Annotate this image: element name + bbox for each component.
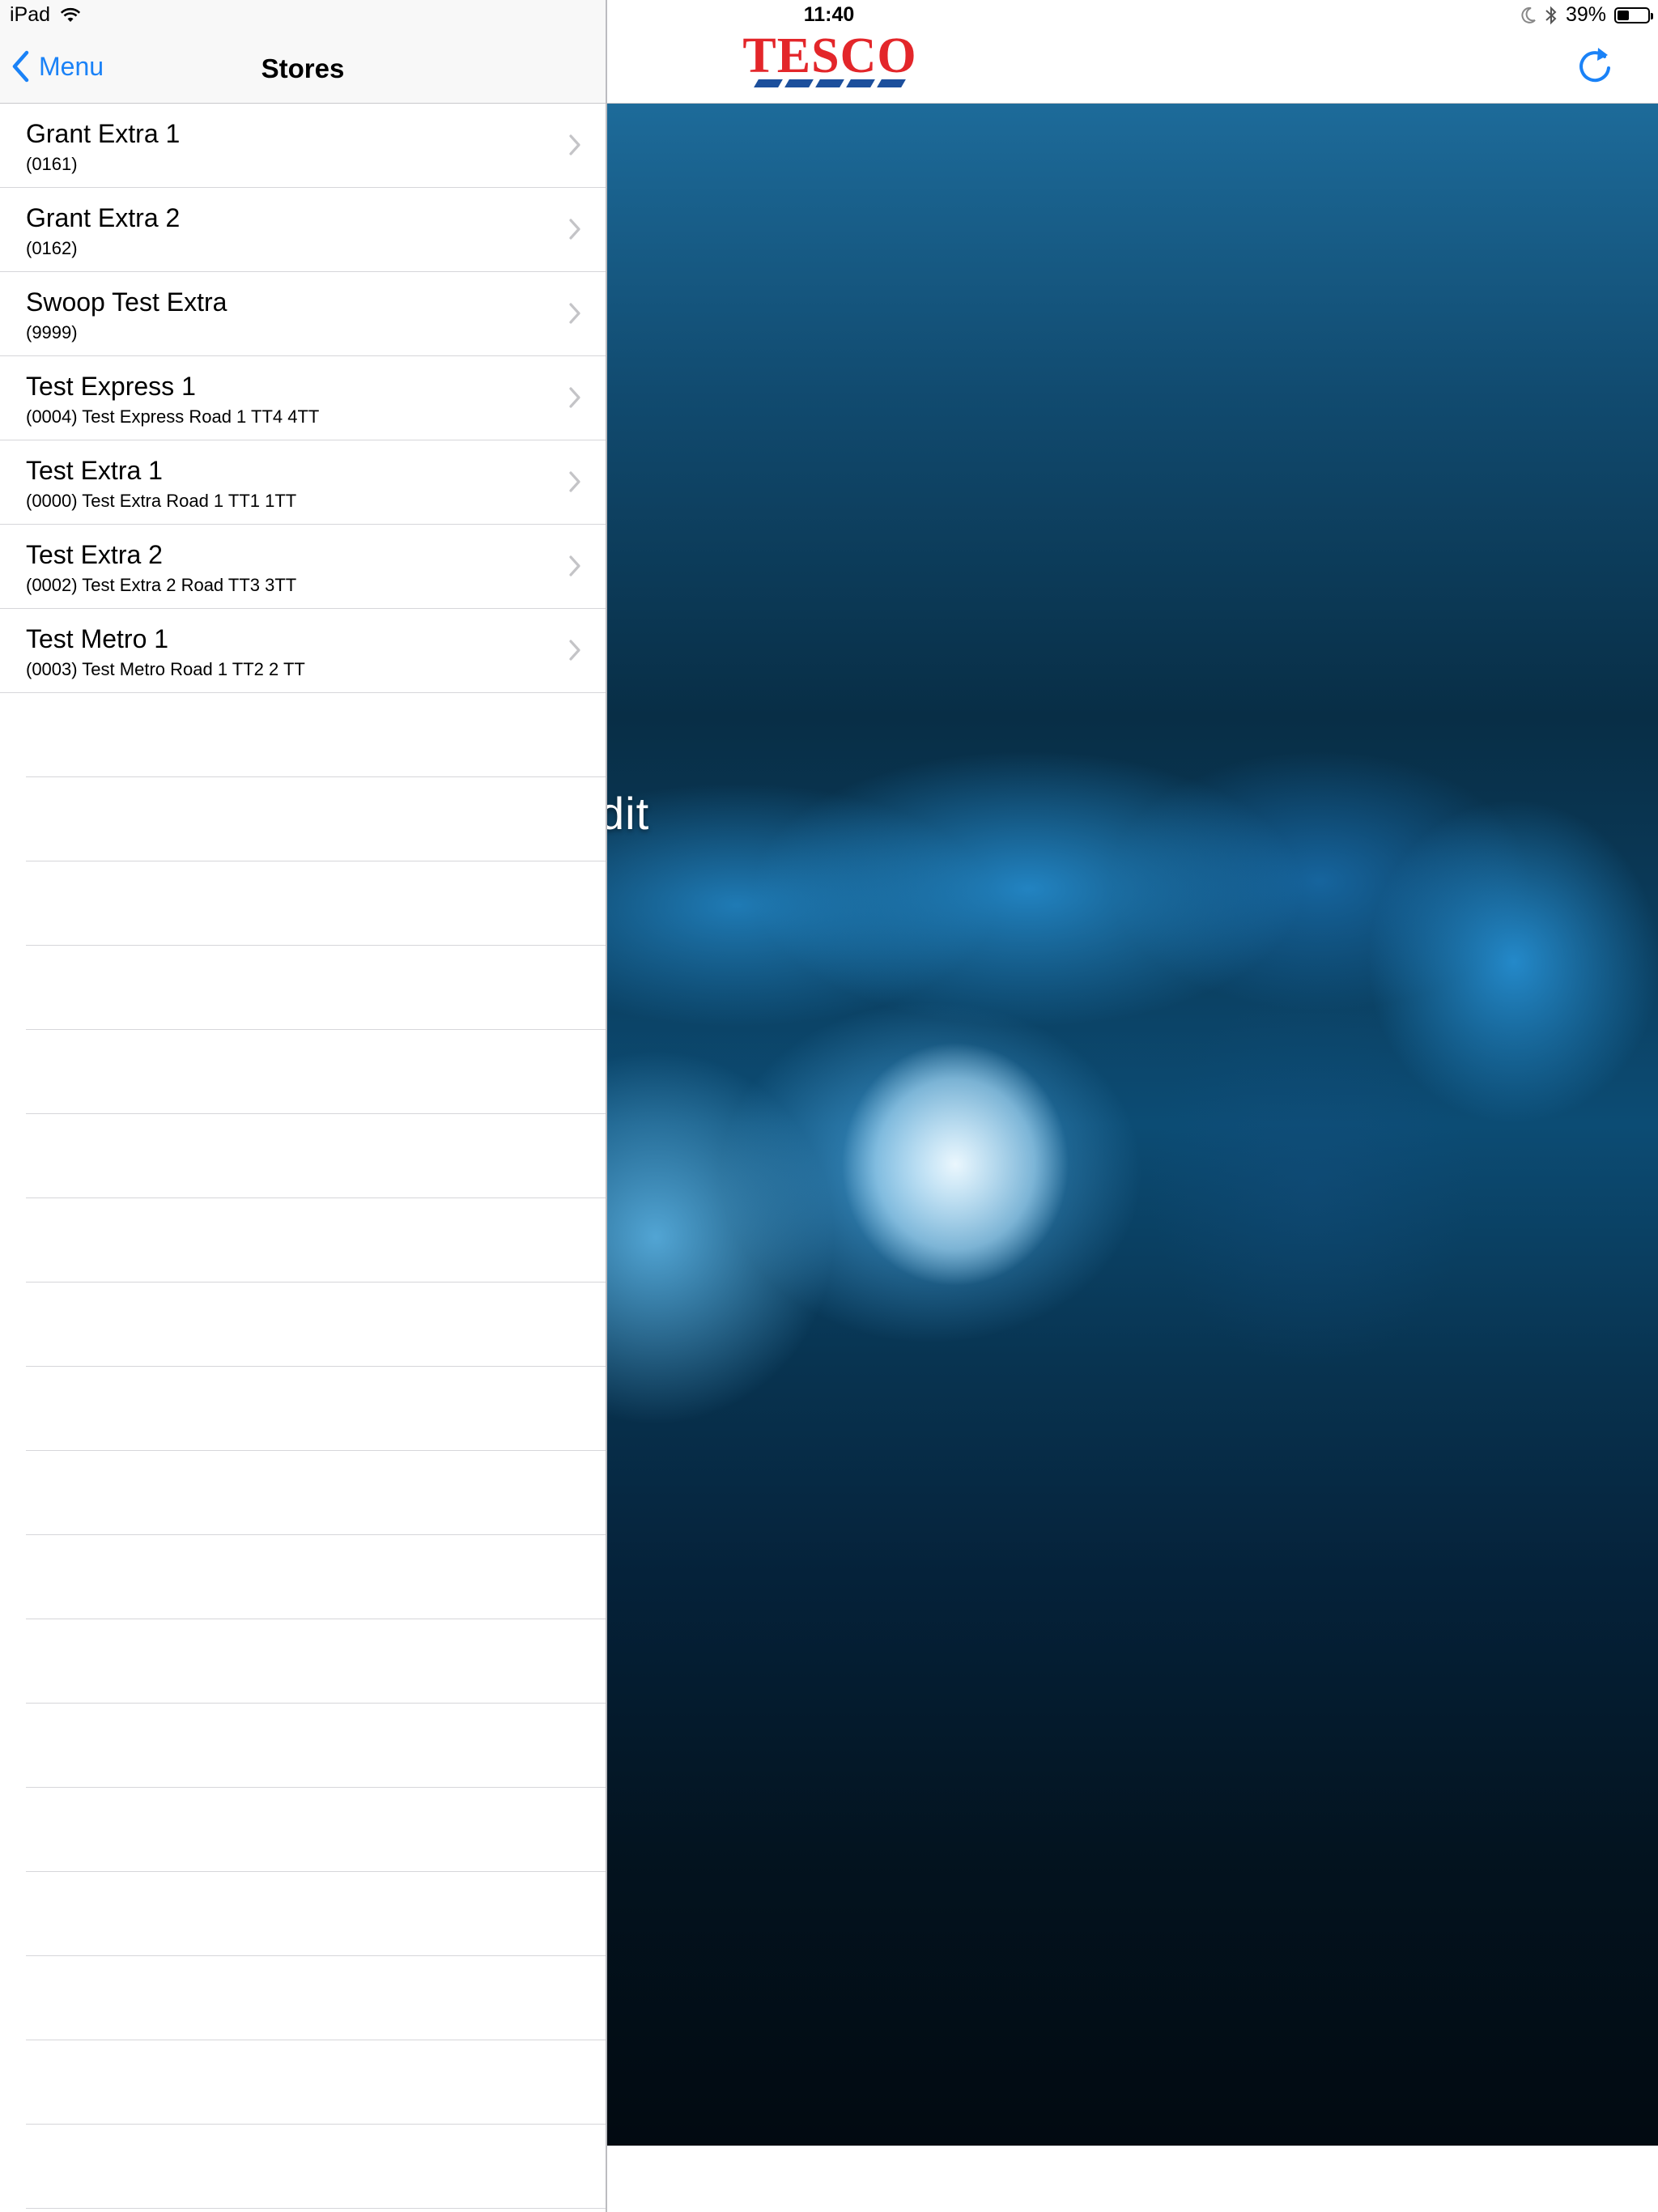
empty-row <box>26 1367 606 1451</box>
store-row[interactable]: Test Extra 1 (0000) Test Extra Road 1 TT… <box>0 440 606 525</box>
page-title: Stores <box>261 53 345 83</box>
store-row[interactable]: Swoop Test Extra (9999) <box>0 272 606 356</box>
hero-text: dit <box>607 788 650 839</box>
empty-row <box>26 777 606 861</box>
empty-row <box>26 1704 606 1788</box>
store-name: Test Metro 1 <box>26 624 169 653</box>
store-row[interactable]: Test Metro 1 (0003) Test Metro Road 1 TT… <box>0 609 606 693</box>
chevron-right-icon <box>569 387 580 408</box>
moon-icon <box>1521 6 1536 23</box>
empty-row <box>26 1535 606 1619</box>
stores-panel: Menu Stores Grant Extra 1 (0161) Grant E… <box>0 0 607 2212</box>
store-list: Grant Extra 1 (0161) Grant Extra 2 (0162… <box>0 104 606 693</box>
empty-row <box>26 2040 606 2125</box>
store-name: Test Extra 1 <box>26 456 163 485</box>
empty-row <box>26 861 606 946</box>
chevron-right-icon <box>569 555 580 576</box>
store-name: Test Extra 2 <box>26 540 163 569</box>
empty-row <box>26 1114 606 1198</box>
battery-level <box>1618 10 1629 20</box>
empty-row <box>26 693 606 777</box>
empty-row <box>26 1283 606 1367</box>
detail-pane: TESCO dit <box>607 0 1658 2212</box>
empty-row <box>26 946 606 1030</box>
empty-row <box>26 2125 606 2209</box>
store-detail: (0002) Test Extra 2 Road TT3 3TT <box>26 575 297 595</box>
chevron-right-icon <box>569 219 580 240</box>
store-row[interactable]: Test Express 1 (0004) Test Express Road … <box>0 356 606 440</box>
store-detail: (0161) <box>26 154 78 174</box>
store-name: Test Express 1 <box>26 372 196 401</box>
status-bar: iPad 11:40 39% <box>0 0 1658 32</box>
store-name: Swoop Test Extra <box>26 287 227 317</box>
chevron-right-icon <box>569 640 580 661</box>
empty-row <box>26 1872 606 1956</box>
store-name: Grant Extra 1 <box>26 119 181 148</box>
empty-row <box>26 1788 606 1872</box>
device-label: iPad <box>10 3 51 26</box>
empty-row <box>26 1619 606 1704</box>
chevron-right-icon <box>569 303 580 324</box>
chevron-right-icon <box>569 134 580 155</box>
store-detail: (9999) <box>26 322 78 342</box>
store-name: Grant Extra 2 <box>26 203 181 232</box>
hero-background: dit <box>607 104 1658 2146</box>
store-detail: (0000) Test Extra Road 1 TT1 1TT <box>26 491 297 511</box>
status-left: iPad <box>10 3 81 27</box>
store-row[interactable]: Grant Extra 2 (0162) <box>0 188 606 272</box>
tesco-logo-text: TESCO <box>742 28 917 83</box>
store-detail: (0162) <box>26 238 78 258</box>
refresh-icon[interactable] <box>1575 45 1616 86</box>
tesco-logo: TESCO <box>733 28 927 91</box>
store-row[interactable]: Test Extra 2 (0002) Test Extra 2 Road TT… <box>0 525 606 609</box>
battery-icon <box>1614 6 1653 23</box>
chevron-right-icon <box>569 471 580 492</box>
empty-row <box>26 1956 606 2040</box>
empty-row <box>26 1198 606 1283</box>
wifi-icon <box>60 7 81 22</box>
tesco-logo-stripes <box>733 79 927 87</box>
store-detail: (0004) Test Express Road 1 TT4 4TT <box>26 406 320 427</box>
battery-percent: 39% <box>1565 3 1606 26</box>
status-time: 11:40 <box>803 3 855 26</box>
empty-table-rows <box>26 693 606 2209</box>
bluetooth-icon <box>1545 6 1557 24</box>
empty-row <box>26 1030 606 1114</box>
status-right: 39% <box>1520 3 1653 27</box>
bottom-card <box>607 2146 1626 2212</box>
store-detail: (0003) Test Metro Road 1 TT2 2 TT <box>26 659 305 679</box>
store-row[interactable]: Grant Extra 1 (0161) <box>0 104 606 188</box>
empty-row <box>26 1451 606 1535</box>
